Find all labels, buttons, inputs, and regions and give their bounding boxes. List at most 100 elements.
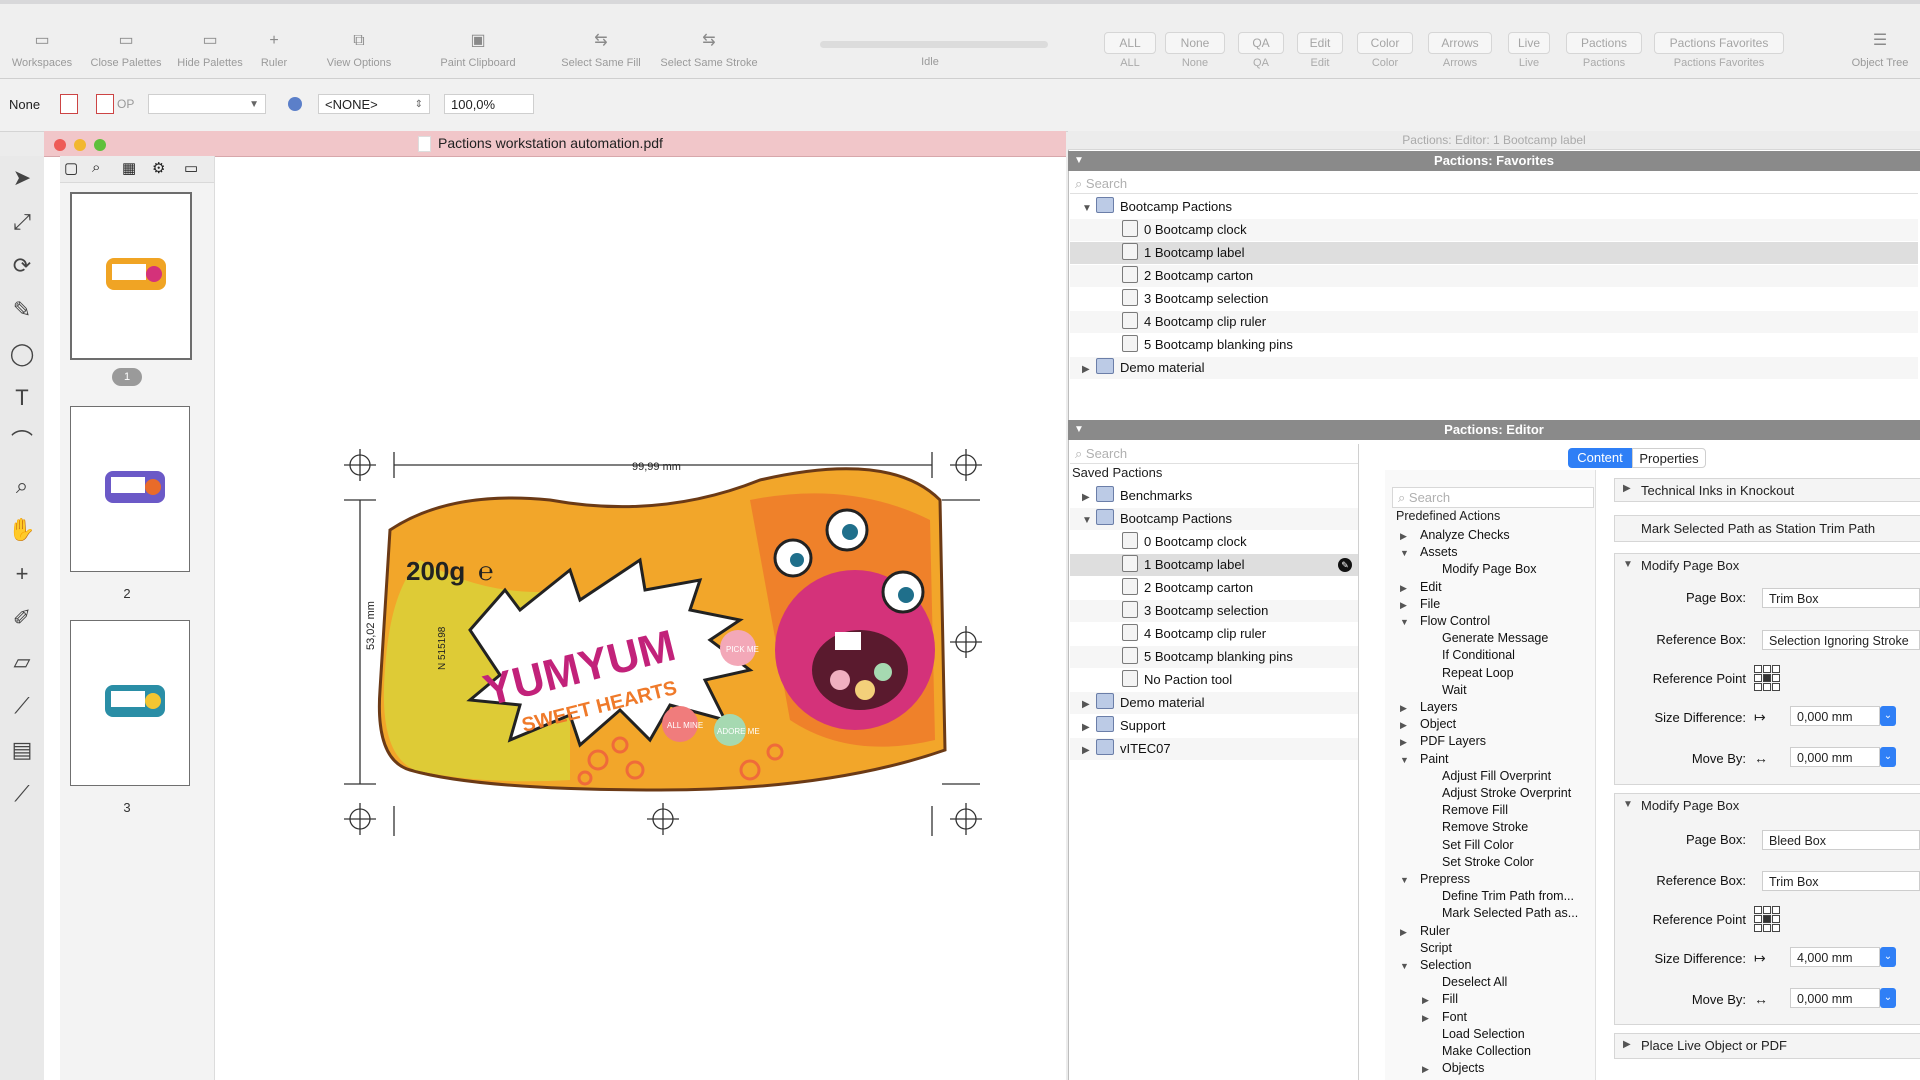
page-thumbnail-2[interactable] [70, 406, 190, 572]
predefined-action-item[interactable]: Adjust Fill Overprint [1422, 768, 1551, 785]
reference-box-select-1[interactable]: Selection Ignoring Stroke [1762, 630, 1920, 650]
page-box-select-2[interactable]: Bleed Box [1762, 830, 1920, 850]
zoom-tool-icon[interactable]: ⌕ [6, 470, 38, 502]
object-tree-button[interactable]: ☰ Object Tree [1842, 30, 1918, 69]
page-thumbnail-1[interactable] [70, 192, 192, 360]
reference-point-grid-2[interactable] [1754, 906, 1780, 932]
predefined-action-item[interactable]: Make Collection [1422, 1043, 1531, 1060]
collapse-step-icon[interactable]: ▼ [1623, 799, 1633, 810]
comment-tool-icon[interactable]: ▤ [6, 734, 38, 766]
predefined-action-item[interactable]: ▶ Edit [1400, 579, 1442, 596]
stroke-dropdown[interactable]: ▼ [148, 94, 266, 114]
select-tool-icon[interactable]: ➤ [6, 162, 38, 194]
ellipse-tool-icon[interactable]: ◯ [6, 338, 38, 370]
predefined-action-item[interactable]: ▼ Assets [1400, 544, 1458, 561]
ruler-tool-icon[interactable]: ▱ [6, 646, 38, 678]
close-window-icon[interactable] [54, 139, 66, 151]
edit-paction-icon[interactable]: ✎ [1338, 558, 1352, 572]
paction-row[interactable]: 4 Bootcamp clip ruler [1070, 311, 1918, 333]
disclosure-closed-icon[interactable]: ▶ [1082, 740, 1096, 762]
predefined-action-item[interactable]: ▶ File [1400, 596, 1440, 613]
reference-point-grid-1[interactable] [1754, 665, 1780, 691]
select-same-stroke-button[interactable]: ⇆ Select Same Stroke [654, 30, 764, 69]
knife-tool-icon[interactable]: ⟋ [6, 778, 38, 810]
predefined-action-item[interactable]: If Conditional [1422, 647, 1515, 664]
actions-search-input[interactable]: ⌕ Search [1392, 487, 1594, 508]
predefined-action-item[interactable]: Set Fill Color [1422, 837, 1514, 854]
predefined-action-item[interactable]: ▶ Layers [1400, 699, 1458, 716]
folder-row[interactable]: ▶ vITEC07 [1070, 738, 1358, 760]
disclosure-closed-icon[interactable]: ▶ [1082, 487, 1096, 509]
predefined-action-item[interactable]: Remove Fill [1422, 802, 1508, 819]
folder-row[interactable]: ▶ Demo material [1070, 692, 1358, 714]
path-tool-icon[interactable]: ⌒ [6, 426, 38, 458]
folder-row[interactable]: ▼ Bootcamp Pactions [1070, 196, 1918, 218]
collapse-editor-icon[interactable]: ▼ [1074, 420, 1084, 440]
disclosure-closed-icon[interactable]: ▶ [1082, 359, 1096, 381]
filter-none-button[interactable]: None None [1165, 32, 1225, 69]
paint-clipboard-button[interactable]: ▣ Paint Clipboard [428, 30, 528, 69]
page-box-select-1[interactable]: Trim Box [1762, 588, 1920, 608]
filter-color-button[interactable]: Color Color [1357, 32, 1413, 69]
step-place-live-object[interactable]: ▶ Place Live Object or PDF [1614, 1033, 1920, 1059]
size-difference-stepper-2[interactable]: ⌄ [1880, 947, 1896, 967]
layers-icon[interactable]: ▦ [122, 159, 136, 177]
hand-tool-icon[interactable]: ✋ [6, 514, 38, 546]
select-same-fill-button[interactable]: ⇆ Select Same Fill [554, 30, 648, 69]
predefined-action-item[interactable]: ▼ Selection [1400, 957, 1471, 974]
paction-row[interactable]: 3 Bootcamp selection [1070, 288, 1918, 310]
editor-search-input[interactable]: ⌕ Search [1070, 444, 1358, 464]
filter-live-button[interactable]: Live Live [1508, 32, 1550, 69]
hide-palettes-button[interactable]: ▭ Hide Palettes [172, 30, 248, 69]
predefined-action-item[interactable]: Deselect All [1422, 974, 1507, 991]
move-by-field-1[interactable]: 0,000 mm [1790, 747, 1880, 767]
folder-row[interactable]: ▶ Benchmarks [1070, 485, 1358, 507]
swatch-select[interactable]: <NONE> ⇕ [318, 94, 430, 114]
predefined-action-item[interactable]: Generate Message [1422, 630, 1548, 647]
gear-icon[interactable]: ⚙ [152, 159, 165, 177]
filter-edit-button[interactable]: Edit Edit [1297, 32, 1343, 69]
paction-row[interactable]: 2 Bootcamp carton [1070, 265, 1918, 287]
disclosure-closed-icon[interactable]: ▶ [1082, 694, 1096, 716]
predefined-action-item[interactable]: ▶ Font [1422, 1009, 1467, 1026]
folder-row[interactable]: ▼ Bootcamp Pactions [1070, 508, 1358, 530]
filter-pactions-button[interactable]: Pactions Pactions [1566, 32, 1642, 69]
ruler-button[interactable]: + Ruler [254, 30, 294, 69]
predefined-action-item[interactable]: ▶ Objects [1422, 1060, 1484, 1077]
favorites-search-input[interactable]: ⌕ Search [1070, 174, 1918, 194]
comment-icon[interactable]: ▭ [184, 159, 198, 177]
overprint-icon[interactable] [96, 94, 114, 114]
folder-row[interactable]: ▶ Support [1070, 715, 1358, 737]
view-options-button[interactable]: ⧉ View Options [314, 30, 404, 69]
predefined-action-item[interactable]: Repeat Loop [1422, 665, 1514, 682]
predefined-action-item[interactable]: Remove Stroke [1422, 819, 1528, 836]
predefined-action-item[interactable]: ▶ Ruler [1400, 923, 1450, 940]
label-artwork[interactable]: YUMYUM SWEET HEARTS 200g ℮ N 515198 PICK… [330, 440, 1010, 840]
predefined-action-item[interactable]: ▼ Paint [1400, 751, 1449, 768]
folder-row[interactable]: ▶ Demo material [1070, 357, 1918, 379]
predefined-action-item[interactable]: ▼ Prepress [1400, 871, 1470, 888]
close-palettes-button[interactable]: ▭ Close Palettes [86, 30, 166, 69]
move-by-field-2[interactable]: 0,000 mm [1790, 988, 1880, 1008]
predefined-action-item[interactable]: ▶ PDF Layers [1400, 733, 1486, 750]
tab-content[interactable]: Content [1568, 448, 1632, 468]
predefined-action-item[interactable]: Script [1400, 940, 1452, 957]
size-difference-stepper-1[interactable]: ⌄ [1880, 706, 1896, 726]
step-mark-selected-path[interactable]: Mark Selected Path as Station Trim Path [1614, 515, 1920, 542]
pen-tool-icon[interactable]: ✎ [6, 294, 38, 326]
filter-arrows-button[interactable]: Arrows Arrows [1428, 32, 1492, 69]
filter-all-button[interactable]: ALL ALL [1104, 32, 1156, 69]
rotate-icon[interactable]: ⟳ [6, 250, 38, 282]
predefined-action-item[interactable]: Load Selection [1422, 1026, 1525, 1043]
zoom-field[interactable]: 100,0% [444, 94, 534, 114]
predefined-action-item[interactable]: ▶ Object [1400, 716, 1456, 733]
collapse-step-icon[interactable]: ▼ [1623, 559, 1633, 570]
crosshair-tool-icon[interactable]: + [6, 558, 38, 590]
size-difference-field-1[interactable]: 0,000 mm [1790, 706, 1880, 726]
paction-row[interactable]: 3 Bootcamp selection [1070, 600, 1358, 622]
paction-row[interactable]: 5 Bootcamp blanking pins [1070, 334, 1918, 356]
paction-row[interactable]: 0 Bootcamp clock [1070, 531, 1358, 553]
predefined-action-item[interactable]: Adjust Stroke Overprint [1422, 785, 1571, 802]
disclosure-open-icon[interactable]: ▼ [1082, 510, 1096, 532]
paction-row[interactable]: 0 Bootcamp clock [1070, 219, 1918, 241]
